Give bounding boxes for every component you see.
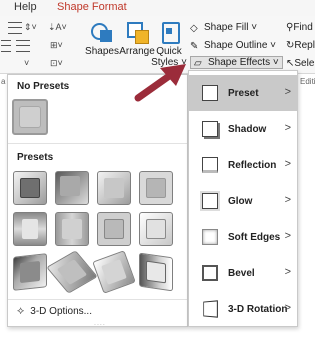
pen-icon: ✎ <box>190 41 199 52</box>
resize-grip[interactable]: .... <box>94 320 106 327</box>
preset-gallery: No Presets Presets ⟡ 3-D Options... .... <box>7 74 188 327</box>
shape-outline-button[interactable]: ✎ Shape Outline ˅ <box>190 40 276 52</box>
group-label-paragraph: a <box>1 77 6 86</box>
menu-item-label: Shadow <box>228 124 267 135</box>
ribbon-tab-bar: Help Shape Format <box>0 0 315 16</box>
ribbon: ⇕˅ ⇣A˅ ⊞˅ ⊡˅ ˅ Shapes Arrange Quick Styl… <box>0 16 316 86</box>
presets-heading: Presets <box>17 152 54 163</box>
chevron-right-icon: > <box>284 122 291 134</box>
menu-item-reflection[interactable]: Reflection > <box>189 147 297 183</box>
3d-options-icon: ⟡ <box>17 305 25 317</box>
shape-outline-label: Shape Outline ˅ <box>204 40 276 51</box>
chevron-right-icon: > <box>284 302 291 314</box>
shapes-button[interactable]: Shapes <box>83 20 121 57</box>
find-label: Find <box>293 22 313 33</box>
shapes-label: Shapes <box>85 46 119 57</box>
reflection-icon <box>202 157 218 173</box>
group-label-editing: Editi <box>300 77 316 86</box>
text-direction-icon[interactable]: ⇣A˅ <box>48 22 67 33</box>
quick-styles-label: Quick <box>156 46 182 57</box>
preset-6[interactable] <box>55 212 89 246</box>
columns-dropdown-icon[interactable]: ˅ <box>24 58 29 68</box>
replace-label: Repl <box>294 40 315 51</box>
chevron-right-icon: > <box>284 86 291 98</box>
preset-3[interactable] <box>97 171 131 205</box>
menu-item-label: Preset <box>228 88 259 99</box>
menu-item-shadow[interactable]: Shadow > <box>189 111 297 147</box>
smartart-icon[interactable]: ⊡˅ <box>50 58 63 69</box>
chevron-right-icon: > <box>284 158 291 170</box>
shape-fill-label: Shape Fill ˅ <box>204 22 258 33</box>
shadow-icon <box>202 121 218 137</box>
preset-11[interactable] <box>92 250 136 294</box>
shape-effects-label: Shape Effects ˅ <box>208 57 279 68</box>
menu-item-label: Glow <box>228 196 253 207</box>
menu-item-label: Bevel <box>228 268 255 279</box>
preset-4[interactable] <box>139 171 173 205</box>
quick-styles-button[interactable]: Quick Styles ˅ <box>150 20 188 68</box>
align-text-icon[interactable]: ⊞˅ <box>50 40 63 51</box>
shape-effects-button[interactable]: ▱ Shape Effects ˅ <box>190 56 283 69</box>
menu-item-bevel[interactable]: Bevel > <box>189 255 297 291</box>
shapes-icon <box>90 20 114 44</box>
preset-8[interactable] <box>139 212 173 246</box>
no-preset-thumbnail[interactable] <box>12 99 48 135</box>
shape-fill-button[interactable]: ◇ Shape Fill ˅ <box>190 22 258 34</box>
justify-icon[interactable] <box>16 40 30 52</box>
preset-9[interactable] <box>13 253 47 291</box>
options-divider <box>8 299 187 300</box>
paint-bucket-icon: ◇ <box>190 23 198 34</box>
preset-7[interactable] <box>97 212 131 246</box>
soft-edges-icon <box>202 229 218 245</box>
preset-12[interactable] <box>139 252 173 292</box>
find-button[interactable]: ⚲Find <box>286 22 313 33</box>
no-presets-heading: No Presets <box>17 81 70 92</box>
menu-item-3d-rotation[interactable]: 3-D Rotation > <box>189 291 297 327</box>
quick-styles-icon <box>157 20 181 44</box>
line-spacing-icon[interactable] <box>8 22 22 34</box>
preset-1[interactable] <box>13 171 47 205</box>
replace-button[interactable]: ↻Repl <box>286 40 315 51</box>
bevel-icon <box>202 265 218 281</box>
line-spacing-dropdown-icon[interactable]: ⇕˅ <box>24 22 37 33</box>
menu-item-soft-edges[interactable]: Soft Edges > <box>189 219 297 255</box>
3d-options-label: 3-D Options... <box>30 306 92 317</box>
chevron-right-icon: > <box>284 230 291 242</box>
preset-icon <box>202 85 218 101</box>
preset-5[interactable] <box>13 212 47 246</box>
shape-effects-icon: ▱ <box>194 58 202 69</box>
shape-effects-menu: Preset > Shadow > Reflection > Glow > So… <box>188 70 298 327</box>
arrange-icon <box>125 20 149 44</box>
menu-item-label: Reflection <box>228 160 277 171</box>
preset-2[interactable] <box>55 171 89 205</box>
quick-styles-sublabel: Styles ˅ <box>151 57 187 68</box>
menu-item-label: 3-D Rotation <box>228 304 288 315</box>
chevron-right-icon: > <box>284 194 291 206</box>
chevron-right-icon: > <box>284 266 291 278</box>
3d-rotation-icon <box>203 300 218 318</box>
menu-item-preset[interactable]: Preset > <box>189 75 297 111</box>
gallery-divider <box>8 143 187 144</box>
tab-help[interactable]: Help <box>14 1 37 13</box>
preset-10[interactable] <box>46 250 98 294</box>
glow-icon <box>202 193 218 209</box>
tab-shape-format[interactable]: Shape Format <box>57 1 127 13</box>
select-button[interactable]: ↖Sele <box>286 58 314 69</box>
align-icon[interactable] <box>1 40 11 52</box>
menu-item-label: Soft Edges <box>228 232 281 243</box>
select-label: Sele <box>294 58 315 69</box>
menu-item-glow[interactable]: Glow > <box>189 183 297 219</box>
